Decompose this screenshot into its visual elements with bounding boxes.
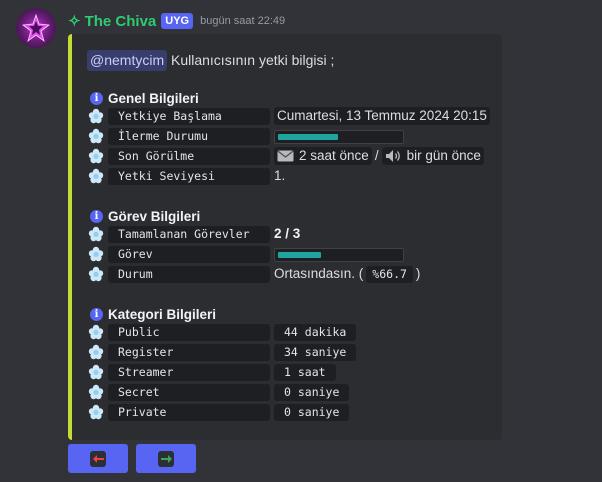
row-value: 44 dakika xyxy=(274,323,357,341)
row-category-secret: Secret 0 saniye xyxy=(88,383,508,401)
row-label: Tamamlanan Görevler xyxy=(108,226,270,243)
category-time: 1 saat xyxy=(274,363,336,381)
next-page-button[interactable] xyxy=(136,444,196,473)
white-flower-icon xyxy=(88,148,104,164)
row-label: Streamer xyxy=(108,364,270,381)
separator: / xyxy=(374,148,379,163)
level-value: 1. xyxy=(274,168,286,183)
envelope-icon xyxy=(277,150,294,162)
info-icon: i xyxy=(90,209,103,223)
avatar[interactable] xyxy=(16,8,56,48)
white-flower-icon xyxy=(88,324,104,340)
row-progress-status: İlerme Durumu xyxy=(88,127,508,145)
last-voice-chip: bir gün önce xyxy=(381,147,484,165)
last-message-value: 2 saat önce xyxy=(299,148,369,163)
category-time: 0 saniye xyxy=(274,403,350,421)
row-last-seen: Son Görülme 2 saat önce / bir gün önce xyxy=(88,147,508,165)
row-value: Cumartesi, 13 Temmuz 2024 20:15 xyxy=(274,107,490,125)
white-flower-icon xyxy=(88,266,104,282)
section-title-general: i Genel Bilgileri xyxy=(90,89,199,107)
row-level: Yetki Seviyesi 1. xyxy=(88,167,508,185)
category-time: 0 saniye xyxy=(274,383,350,401)
row-category-streamer: Streamer 1 saat xyxy=(88,363,508,381)
white-flower-icon xyxy=(88,364,104,380)
row-value: 2 saat önce / bir gün önce xyxy=(274,147,484,165)
white-flower-icon xyxy=(88,108,104,124)
speaker-icon xyxy=(385,150,400,162)
row-category-public: Public 44 dakika xyxy=(88,323,508,341)
row-value xyxy=(274,245,404,263)
left-arrow-icon xyxy=(90,450,106,467)
row-value: 1 saat xyxy=(274,363,336,381)
white-flower-icon xyxy=(88,226,104,242)
info-icon: i xyxy=(90,307,103,321)
white-flower-icon xyxy=(88,404,104,420)
completed-tasks-value: 2 / 3 xyxy=(274,226,301,241)
row-label: Yetkiye Başlama xyxy=(108,108,270,125)
message-header: ✧ The Chiva UYG bugün saat 22:49 xyxy=(68,11,285,31)
row-category-private: Private 0 saniye xyxy=(88,403,508,421)
username[interactable]: The Chiva xyxy=(85,13,157,30)
username-prefix-icon: ✧ xyxy=(68,13,81,30)
progress-fill xyxy=(278,252,321,258)
section-title-task: i Görev Bilgileri xyxy=(90,207,200,225)
progress-bar xyxy=(274,130,404,144)
status-suffix: ) xyxy=(415,266,421,281)
white-flower-icon xyxy=(88,344,104,360)
row-value xyxy=(274,127,404,145)
avatar-star-icon xyxy=(21,13,51,43)
row-label: Son Görülme xyxy=(108,148,270,165)
row-value: Ortasındasın. ( %66.7 ) xyxy=(274,265,420,283)
row-category-register: Register 34 saniye xyxy=(88,343,508,361)
row-label: Register xyxy=(108,344,270,361)
row-value: 0 saniye xyxy=(274,383,350,401)
white-flower-icon xyxy=(88,246,104,262)
row-label: Secret xyxy=(108,384,270,401)
prev-page-button[interactable] xyxy=(68,444,128,473)
role-tag[interactable]: UYG xyxy=(161,13,194,29)
right-arrow-icon xyxy=(158,450,174,467)
row-start-date: Yetkiye Başlama Cumartesi, 13 Temmuz 202… xyxy=(88,107,508,125)
status-text: Ortasındasın. ( xyxy=(274,266,364,281)
row-task-status: Durum Ortasındasın. ( %66.7 ) xyxy=(88,265,508,283)
row-label: Yetki Seviyesi xyxy=(108,168,270,185)
start-date-value: Cumartesi, 13 Temmuz 2024 20:15 xyxy=(274,107,490,125)
section-title-text: Görev Bilgileri xyxy=(108,208,201,224)
intro-text: Kullanıcısının yetki bilgisi ; xyxy=(171,52,335,68)
white-flower-icon xyxy=(88,384,104,400)
row-value: 0 saniye xyxy=(274,403,350,421)
embed: @nemtycim Kullanıcısının yetki bilgisi ;… xyxy=(68,34,502,440)
row-label: Public xyxy=(108,324,270,341)
section-title-text: Genel Bilgileri xyxy=(108,90,199,106)
section-title-category: i Kategori Bilgileri xyxy=(90,305,216,323)
category-time: 34 saniye xyxy=(274,343,357,361)
message-timestamp: bugün saat 22:49 xyxy=(200,15,286,27)
last-voice-value: bir gün önce xyxy=(406,148,481,163)
row-label: Private xyxy=(108,404,270,421)
user-mention[interactable]: @nemtycim xyxy=(87,50,168,71)
white-flower-icon xyxy=(88,128,104,144)
row-label: Görev xyxy=(108,246,270,263)
row-completed-tasks: Tamamlanan Görevler 2 / 3 xyxy=(88,225,508,243)
section-title-text: Kategori Bilgileri xyxy=(108,306,217,322)
progress-bar xyxy=(274,248,404,262)
row-value: 34 saniye xyxy=(274,343,357,361)
row-task-progress: Görev xyxy=(88,245,508,263)
progress-fill xyxy=(278,134,338,140)
row-label: İlerme Durumu xyxy=(108,128,270,145)
info-icon: i xyxy=(90,91,103,105)
last-message-chip: 2 saat önce xyxy=(274,147,372,165)
white-flower-icon xyxy=(88,168,104,184)
row-label: Durum xyxy=(108,266,270,283)
status-percent: %66.7 xyxy=(366,265,413,283)
category-time: 44 dakika xyxy=(274,323,357,341)
